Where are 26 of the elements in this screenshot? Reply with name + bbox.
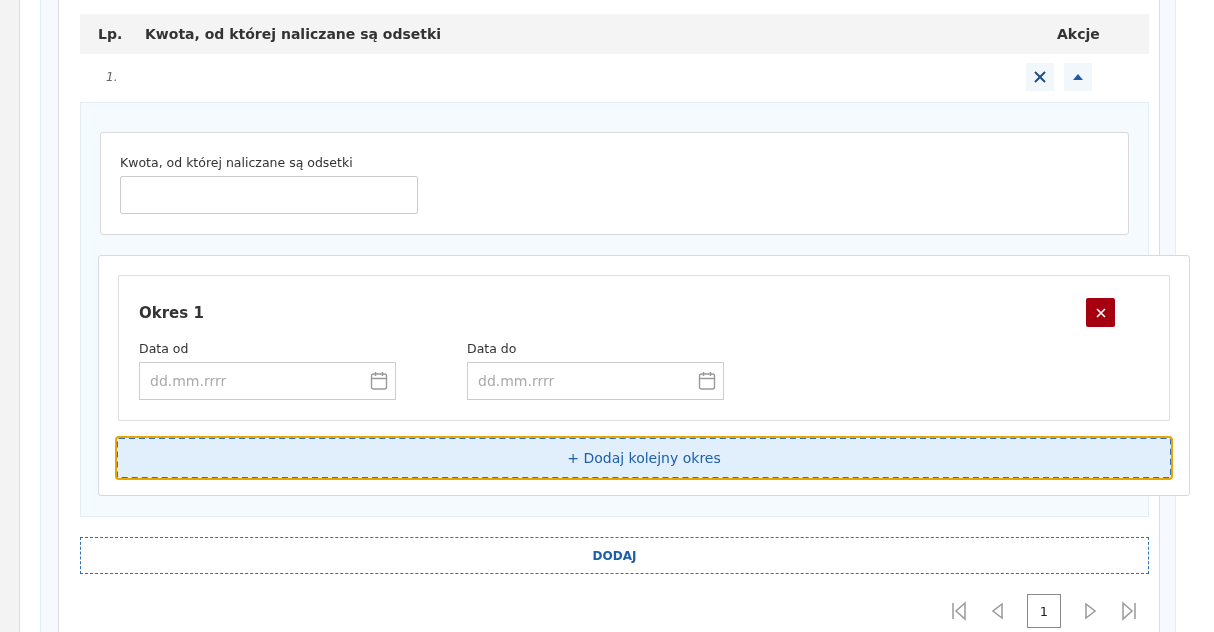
date-field[interactable]: dd.mm.rrrr	[139, 362, 396, 400]
first-page-icon[interactable]	[951, 601, 967, 621]
calendar-icon[interactable]	[698, 371, 716, 391]
column-header: Kwota, od której naliczane są odsetki	[145, 26, 443, 42]
add-period-button[interactable]: + Dodaj kolejny okres	[116, 437, 1172, 479]
field-label: Data od	[139, 341, 190, 356]
last-page-icon[interactable]	[1121, 601, 1137, 621]
close-icon	[1033, 70, 1047, 84]
date-field[interactable]: dd.mm.rrrr	[467, 362, 724, 400]
row-number: 1.	[105, 70, 119, 84]
close-button[interactable]	[1026, 63, 1054, 91]
delete-button[interactable]	[1086, 298, 1115, 327]
caret-icon	[1073, 74, 1083, 80]
collapse-button[interactable]	[1064, 63, 1092, 91]
period-title: Okres 1	[139, 303, 204, 322]
calendar-icon[interactable]	[370, 371, 388, 391]
column-header: Lp.	[97, 26, 124, 42]
close-icon	[1095, 307, 1106, 318]
add-button[interactable]: DODAJ	[80, 537, 1149, 574]
amount-input[interactable]	[120, 176, 418, 214]
next-page-icon[interactable]	[1083, 601, 1099, 621]
column-header: Akcje	[1056, 26, 1101, 42]
field-label: Data do	[467, 341, 518, 356]
page-number[interactable]: 1	[1027, 594, 1061, 628]
field-label: Kwota, od której naliczane są odsetki	[120, 155, 354, 170]
previous-page-icon[interactable]	[989, 601, 1005, 621]
